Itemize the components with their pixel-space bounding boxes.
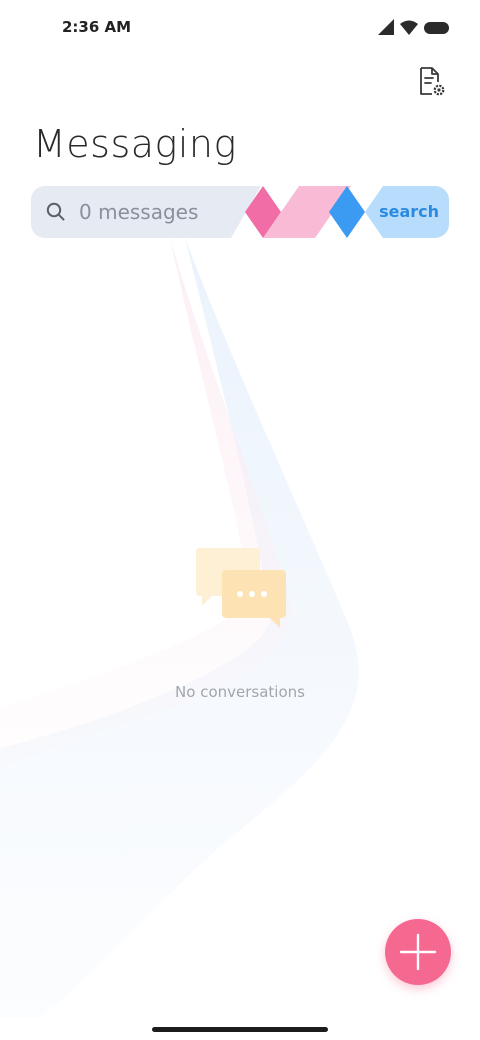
search-bar[interactable]: 0 messages search xyxy=(31,186,449,238)
plus-icon xyxy=(399,933,437,971)
document-settings-icon xyxy=(420,67,445,96)
signal-icon xyxy=(378,19,394,35)
page-title: Messaging xyxy=(33,122,237,166)
empty-state-message: No conversations xyxy=(175,683,305,701)
message-settings-button[interactable] xyxy=(412,62,452,102)
status-bar: 2:36 AM xyxy=(0,0,480,56)
chat-bubbles-icon xyxy=(192,542,288,633)
search-button[interactable]: search xyxy=(379,202,439,221)
status-icons xyxy=(378,19,450,37)
battery-icon xyxy=(424,22,449,34)
wifi-icon xyxy=(400,20,418,35)
status-time: 2:36 AM xyxy=(62,18,132,36)
search-icon xyxy=(46,202,65,221)
home-indicator[interactable] xyxy=(152,1027,328,1032)
new-conversation-button[interactable] xyxy=(385,919,451,985)
search-input[interactable]: 0 messages xyxy=(79,200,198,224)
